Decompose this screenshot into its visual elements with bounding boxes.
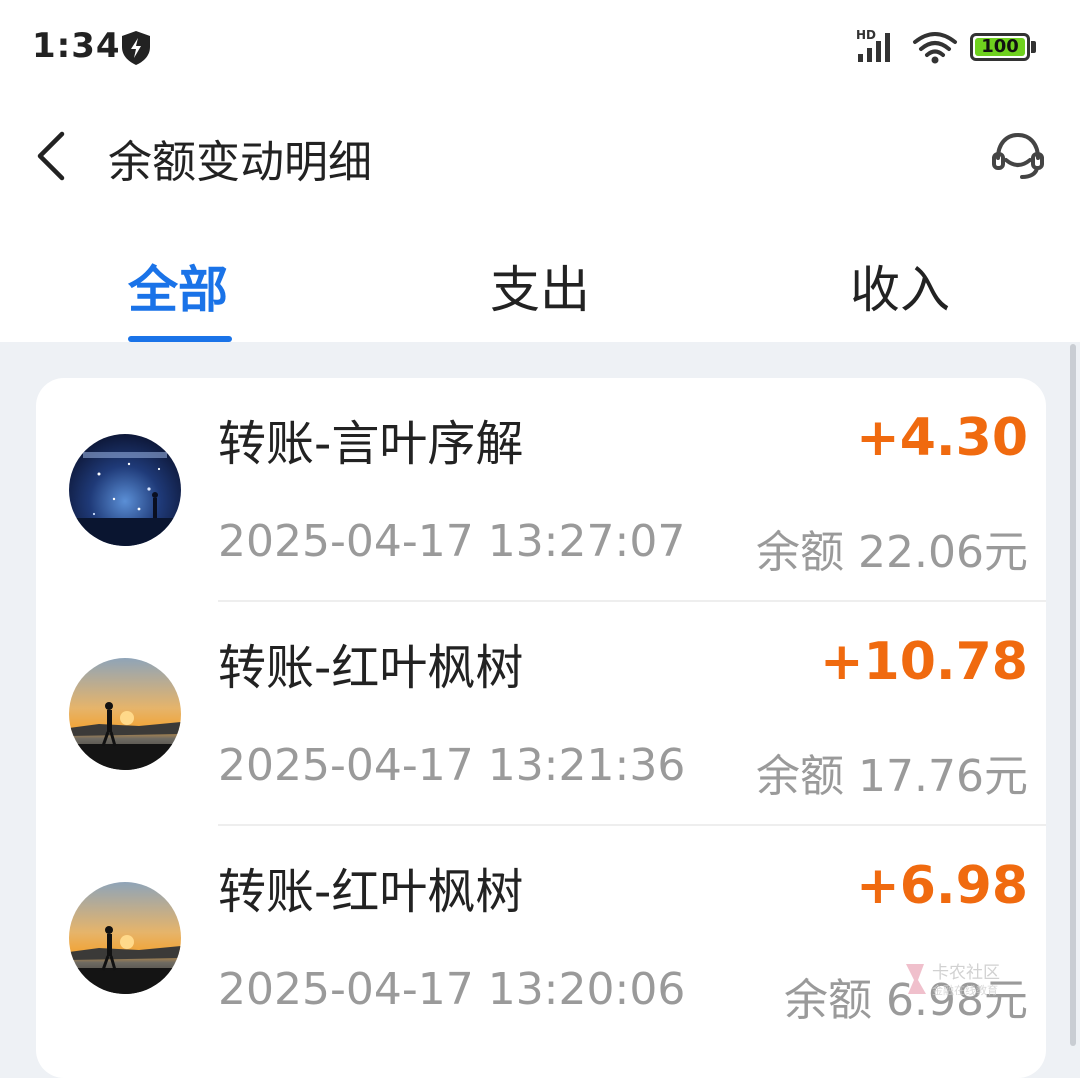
avatar <box>69 882 181 994</box>
sunset-avatar-image <box>69 658 181 770</box>
customer-service-icon[interactable] <box>990 130 1046 182</box>
tab-all[interactable]: 全部 <box>128 250 228 322</box>
transaction-amount: +10.78 <box>819 632 1028 692</box>
watermark-text: 卡农社区 <box>932 963 1000 983</box>
sunset-avatar-image <box>69 882 181 994</box>
transaction-time: 2025-04-17 13:21:36 <box>218 740 686 791</box>
tab-income[interactable]: 收入 <box>850 250 950 322</box>
page-title: 余额变动明细 <box>108 137 372 188</box>
transaction-row[interactable]: 转账-红叶枫树 +10.78 2025-04-17 13:21:36 余额 17… <box>36 602 1046 826</box>
night-sky-avatar-image <box>69 434 181 546</box>
network-type-label: HD <box>856 28 876 42</box>
watermark-subtext: 金融在线教育 <box>932 983 998 997</box>
active-tab-indicator <box>128 336 232 342</box>
battery-percent: 100 <box>981 36 1019 57</box>
transaction-title: 转账-红叶枫树 <box>218 640 524 696</box>
transaction-title: 转账-言叶序解 <box>218 416 524 472</box>
transaction-balance: 余额 17.76元 <box>756 751 1028 802</box>
shield-icon <box>122 31 150 65</box>
transaction-row[interactable]: 转账-言叶序解 +4.30 2025-04-17 13:27:07 余额 22.… <box>36 378 1046 602</box>
watermark-logo: 卡农社区 金融在线教育 <box>906 963 1000 997</box>
avatar <box>69 658 181 770</box>
transaction-title: 转账-红叶枫树 <box>218 864 524 920</box>
status-time: 1:34 <box>32 26 121 66</box>
battery-tip <box>1031 41 1036 53</box>
transaction-amount: +4.30 <box>856 408 1028 468</box>
transaction-amount: +6.98 <box>856 856 1028 916</box>
transaction-row[interactable]: 转账-红叶枫树 +6.98 2025-04-17 13:20:06 余额 6.9… <box>36 826 1046 1050</box>
signal-icon: HD <box>856 28 890 62</box>
wifi-icon <box>913 32 957 64</box>
transaction-time: 2025-04-17 13:27:07 <box>218 516 686 567</box>
scrollbar[interactable] <box>1070 344 1076 1046</box>
transaction-balance: 余额 22.06元 <box>756 527 1028 578</box>
back-arrow-icon[interactable] <box>32 128 72 184</box>
transaction-time: 2025-04-17 13:20:06 <box>218 964 686 1015</box>
avatar <box>69 434 181 546</box>
tab-expense[interactable]: 支出 <box>490 250 590 322</box>
battery-icon: 100 <box>970 33 1030 61</box>
